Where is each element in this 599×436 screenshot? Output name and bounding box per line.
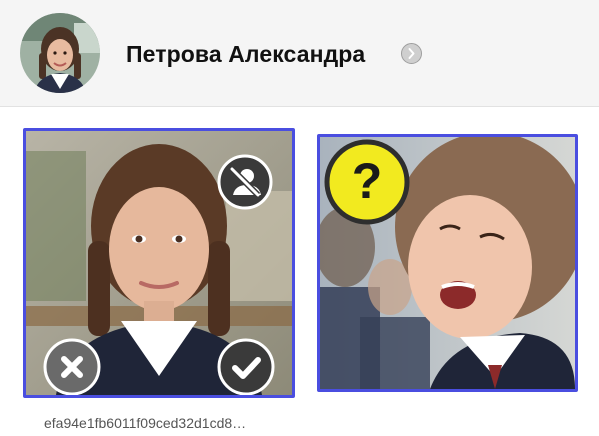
photo-card-selected[interactable] [23, 128, 295, 398]
photo-card-uncertain[interactable]: ? [317, 134, 578, 392]
question-mark-icon: ? [324, 139, 410, 225]
no-person-icon [217, 154, 273, 210]
uncertain-button[interactable]: ? [324, 139, 410, 225]
accept-icon [217, 338, 275, 395]
reject-button[interactable] [43, 338, 101, 395]
photo-file-id: efa94e1fb6011f09ced32d1cd8… [44, 415, 247, 431]
reject-icon [43, 338, 101, 395]
details-button[interactable] [401, 43, 422, 64]
accept-button[interactable] [217, 338, 275, 395]
person-name: Петрова Александра [126, 41, 366, 67]
question-glyph: ? [352, 153, 383, 209]
chevron-right-icon [408, 48, 415, 59]
person-header: Петрова Александра [0, 0, 599, 107]
avatar[interactable] [20, 13, 100, 93]
no-person-button[interactable] [217, 154, 273, 210]
avatar-image [20, 13, 100, 93]
